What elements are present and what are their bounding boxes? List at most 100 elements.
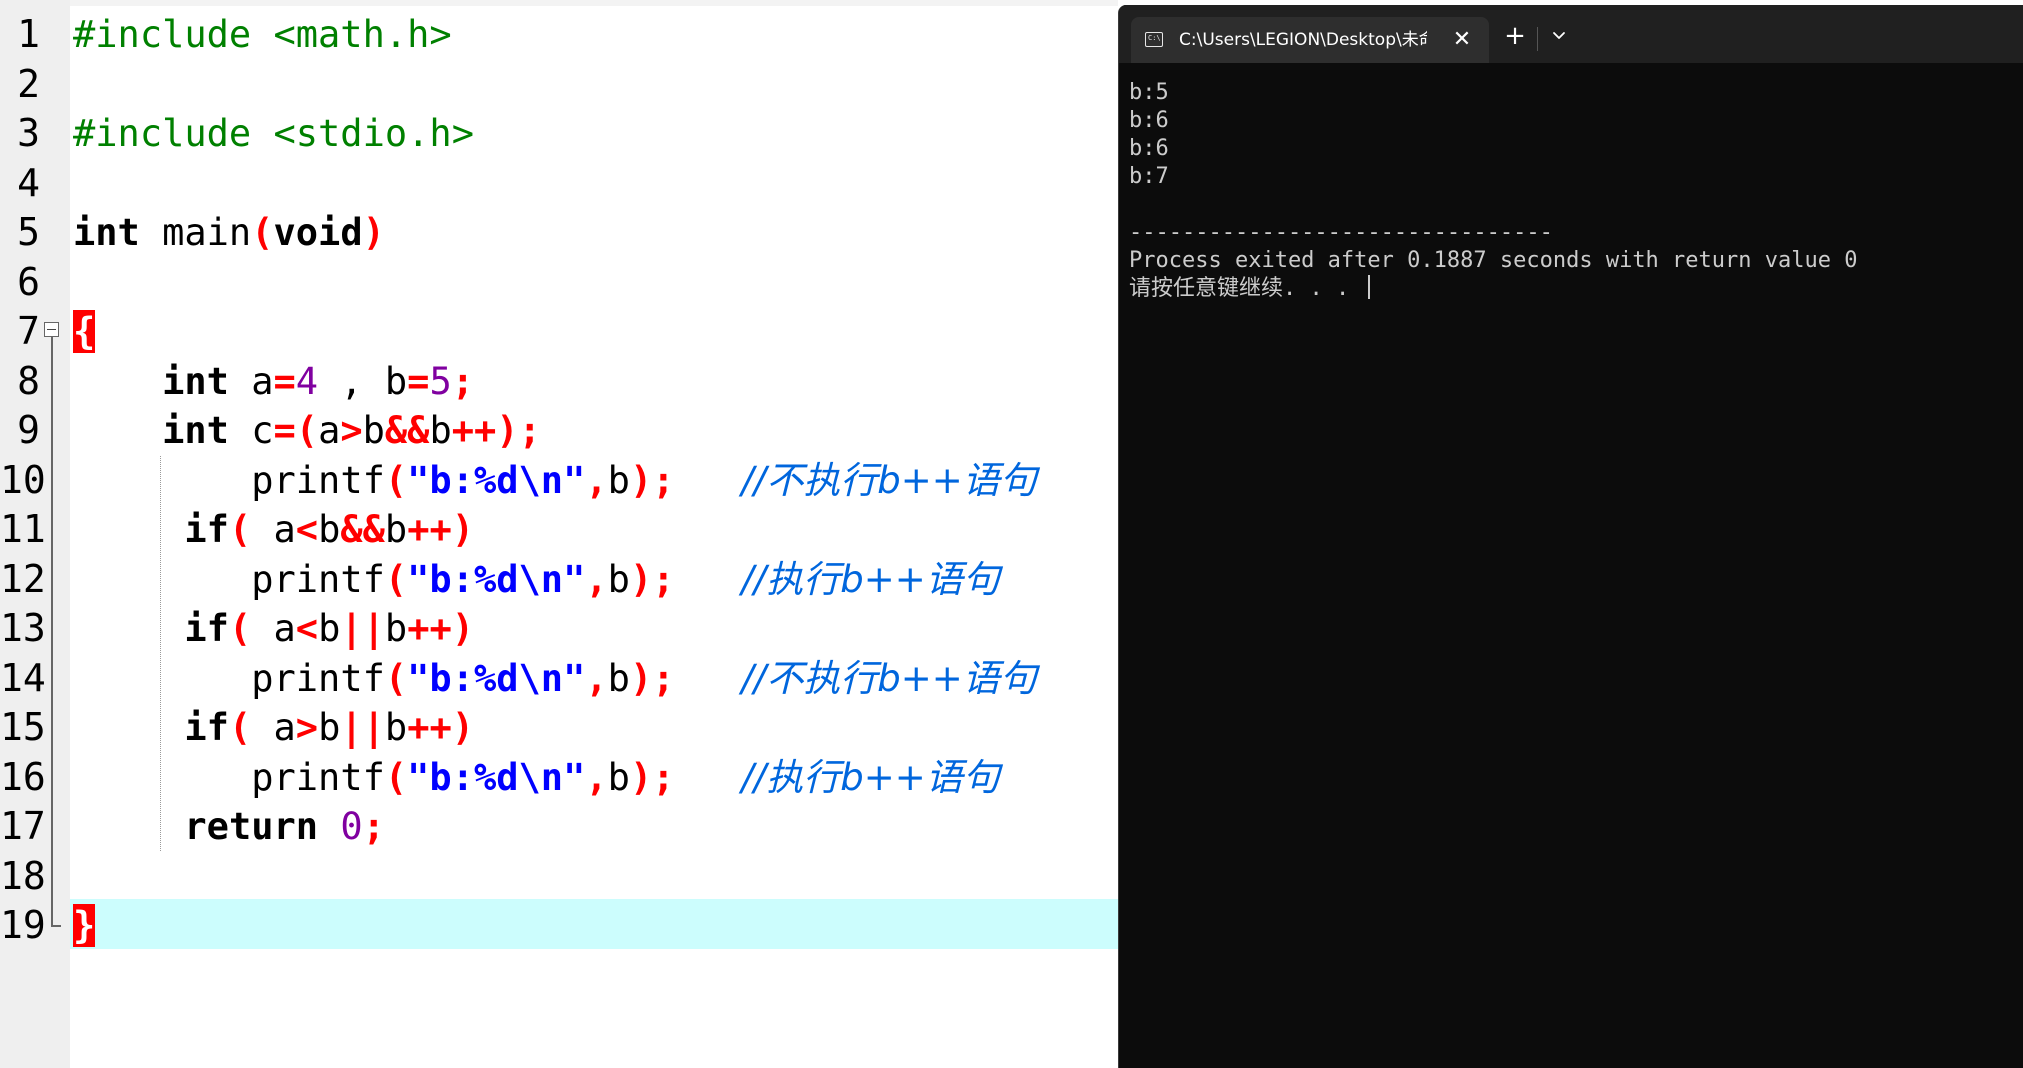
code-line-19: } <box>73 901 96 951</box>
output-line: b:5 <box>1129 80 1169 105</box>
operator: || <box>340 706 385 749</box>
function-call: printf <box>251 756 385 799</box>
line-number: 9 <box>17 408 40 452</box>
operator: ; <box>451 360 475 403</box>
operator: = <box>407 360 430 403</box>
operator: , <box>585 459 608 502</box>
output-line: b:7 <box>1129 164 1169 189</box>
identifier: b <box>607 459 630 502</box>
keyword: return <box>184 805 319 848</box>
code-line-1: #include <math.h> <box>73 10 452 60</box>
line-number: 14 <box>0 656 46 700</box>
terminal-tab[interactable]: C:\ C:\Users\LEGION\Desktop\未命 ✕ <box>1131 17 1489 63</box>
line-number: 8 <box>17 359 40 403</box>
operator: =( <box>273 409 319 452</box>
line-number: 19 <box>0 903 46 947</box>
function-call: printf <box>251 657 385 700</box>
number: 5 <box>429 360 452 403</box>
operator: ); <box>629 657 675 700</box>
line-number: 16 <box>0 755 46 799</box>
operator: > <box>340 409 363 452</box>
output-separator: -------------------------------- <box>1129 220 1553 245</box>
line-number: 12 <box>0 557 46 601</box>
code-comment: //执行b++语句 <box>741 756 1000 799</box>
fold-collapse-icon[interactable] <box>44 322 59 337</box>
code-line-5: int main(void) <box>73 208 385 258</box>
operator: ( <box>251 211 274 254</box>
terminal-output: b:5 b:6 b:6 b:7 ------------------------… <box>1129 79 2009 303</box>
text-cursor <box>1368 275 1371 299</box>
identifier: c <box>228 409 274 452</box>
line-number: 18 <box>0 854 46 898</box>
preprocessor-include: #include <math.h> <box>73 13 452 56</box>
operator: > <box>295 706 319 749</box>
operator: ); <box>629 459 675 502</box>
identifier: b <box>384 508 408 551</box>
matched-brace-close: } <box>73 904 96 947</box>
operator: = <box>273 360 296 403</box>
code-comment: //不执行b++语句 <box>741 657 1037 700</box>
identifier: a <box>273 607 296 650</box>
code-line-7: { <box>73 307 96 357</box>
line-number: 6 <box>17 260 40 304</box>
matched-brace-open: { <box>73 310 96 353</box>
identifier: a <box>228 360 274 403</box>
identifier: b <box>607 756 630 799</box>
tab-title: C:\Users\LEGION\Desktop\未命 <box>1179 30 1427 50</box>
keyword: if <box>184 607 229 650</box>
preprocessor-include: #include <stdio.h> <box>73 112 474 155</box>
identifier: a <box>273 706 296 749</box>
code-comment: //执行b++语句 <box>741 558 1000 601</box>
output-line: b:6 <box>1129 136 1169 161</box>
operator: < <box>295 607 319 650</box>
function-call: printf <box>251 459 385 502</box>
code-line-15: if( a>b||b++) <box>73 703 474 753</box>
operator: ); <box>629 756 675 799</box>
line-number: 7 <box>17 309 40 353</box>
operator: ( <box>384 558 408 601</box>
number: 4 <box>295 360 319 403</box>
keyword: if <box>184 706 229 749</box>
chevron-down-icon[interactable] <box>1545 22 1573 50</box>
output-line: b:6 <box>1129 108 1169 133</box>
code-editor[interactable]: 1 2 3 4 5 6 7 8 9 10 11 12 13 14 15 16 1… <box>0 0 1118 1068</box>
operator: || <box>340 607 385 650</box>
line-number: 2 <box>17 62 40 106</box>
string-literal: "b:%d\n" <box>407 657 586 700</box>
code-line-16: printf("b:%d\n",b); //执行b++语句 <box>73 753 1000 803</box>
identifier: b <box>362 409 385 452</box>
identifier: b <box>384 607 408 650</box>
operator: , <box>585 558 608 601</box>
keyword: void <box>273 211 363 254</box>
operator: ); <box>629 558 675 601</box>
identifier: b <box>607 558 630 601</box>
terminal-window[interactable]: C:\ C:\Users\LEGION\Desktop\未命 ✕ + b:5 b… <box>1118 5 2023 1068</box>
code-line-14: printf("b:%d\n",b); //不执行b++语句 <box>73 654 1037 704</box>
identifier: b <box>429 409 452 452</box>
line-number: 5 <box>17 210 40 254</box>
keyword: int <box>73 211 140 254</box>
code-comment: //不执行b++语句 <box>741 459 1037 502</box>
operator: ) <box>362 211 385 254</box>
keyword: int <box>162 409 229 452</box>
terminal-tab-bar: C:\ C:\Users\LEGION\Desktop\未命 ✕ + <box>1119 5 2023 63</box>
identifier: , b <box>318 360 408 403</box>
operator: , <box>585 756 608 799</box>
string-literal: "b:%d\n" <box>407 459 586 502</box>
close-icon[interactable]: ✕ <box>1447 25 1477 55</box>
operator: ( <box>228 706 274 749</box>
line-number: 10 <box>0 458 46 502</box>
operator: ; <box>362 805 385 848</box>
string-literal: "b:%d\n" <box>407 558 586 601</box>
line-number: 4 <box>17 161 40 205</box>
identifier: main <box>139 211 252 254</box>
line-number: 17 <box>0 804 46 848</box>
code-line-11: if( a<b&&b++) <box>73 505 474 555</box>
operator: < <box>295 508 319 551</box>
function-call: printf <box>251 558 385 601</box>
current-line-highlight <box>70 899 1118 949</box>
code-line-9: int c=(a>b&&b++); <box>73 406 541 456</box>
new-tab-button[interactable]: + <box>1499 20 1531 52</box>
identifier: b <box>318 508 341 551</box>
